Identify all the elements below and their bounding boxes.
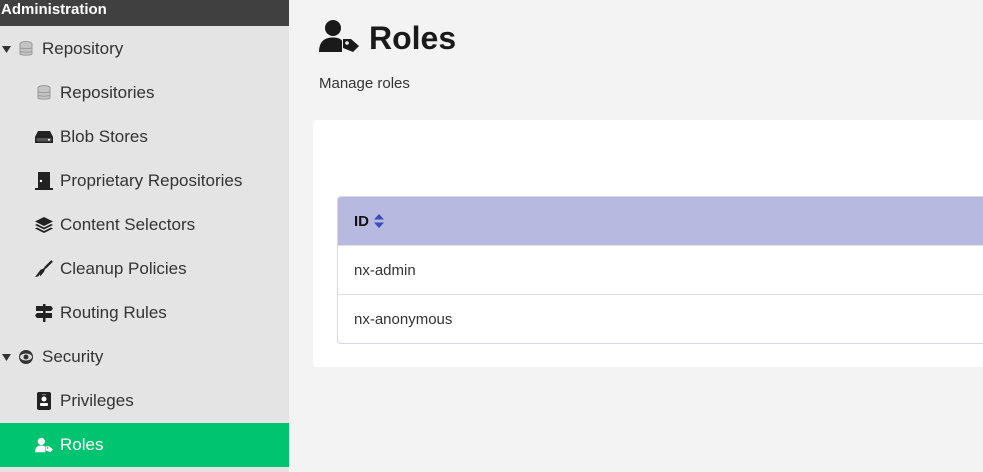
page-title: Roles xyxy=(369,20,457,56)
sidebar-item-proprietary-repositories[interactable]: Proprietary Repositories xyxy=(0,159,289,203)
sidebar-item-label: Security xyxy=(42,347,104,366)
table-row[interactable]: nx-anonymous xyxy=(338,294,983,343)
page-subtitle: Manage roles xyxy=(319,75,410,92)
user-tag-icon xyxy=(35,436,53,454)
column-header-label: ID xyxy=(354,212,369,230)
broom-icon xyxy=(35,260,53,278)
sidebar-item-label: Roles xyxy=(60,435,104,454)
column-header-id[interactable]: ID xyxy=(338,197,983,245)
page-title-row: Roles xyxy=(319,20,456,57)
sidebar-header: Administration xyxy=(0,0,289,26)
eye-icon xyxy=(17,348,35,366)
caret-down-icon[interactable] xyxy=(1,353,11,361)
sidebar-item-label: Content Selectors xyxy=(60,215,196,234)
sort-icon[interactable] xyxy=(374,214,384,228)
sidebar-item-routing-rules[interactable]: Routing Rules xyxy=(0,291,289,335)
door-icon xyxy=(35,172,53,190)
roles-card: ID nx-admin nx-anonymous xyxy=(313,120,983,367)
sidebar-item-blob-stores[interactable]: Blob Stores xyxy=(0,115,289,159)
sidebar-item-repositories[interactable]: Repositories xyxy=(0,71,289,115)
database-icon xyxy=(35,84,53,102)
user-tag-icon xyxy=(319,20,359,57)
sidebar-item-label: Privileges xyxy=(60,391,134,410)
database-icon xyxy=(17,40,35,58)
caret-down-icon[interactable] xyxy=(1,45,11,53)
sidebar-item-label: Blob Stores xyxy=(60,127,148,146)
sidebar-item-label: Repositories xyxy=(60,83,155,102)
sidebar-item-label: Cleanup Policies xyxy=(60,259,187,278)
sidebar-item-security[interactable]: Security xyxy=(0,335,289,379)
roles-table: ID nx-admin nx-anonymous xyxy=(337,196,983,344)
layers-icon xyxy=(35,216,53,234)
signpost-icon xyxy=(35,304,53,322)
main-content: Roles Manage roles ID nx-admin nx-anonym… xyxy=(289,0,983,472)
sidebar-item-cleanup-policies[interactable]: Cleanup Policies xyxy=(0,247,289,291)
sidebar-item-label: Routing Rules xyxy=(60,303,167,322)
hard-drive-icon xyxy=(35,128,53,146)
sidebar-item-repository[interactable]: Repository xyxy=(0,27,289,71)
sidebar: Administration Repository Repositories B… xyxy=(0,0,289,472)
sidebar-item-label: Proprietary Repositories xyxy=(60,171,243,190)
table-cell-id: nx-admin xyxy=(354,261,416,279)
id-badge-icon xyxy=(35,392,53,410)
table-row[interactable]: nx-admin xyxy=(338,245,983,294)
sidebar-item-content-selectors[interactable]: Content Selectors xyxy=(0,203,289,247)
sidebar-item-privileges[interactable]: Privileges xyxy=(0,379,289,423)
sidebar-item-label: Repository xyxy=(42,39,124,58)
table-cell-id: nx-anonymous xyxy=(354,310,453,328)
sidebar-item-roles[interactable]: Roles xyxy=(0,423,289,467)
